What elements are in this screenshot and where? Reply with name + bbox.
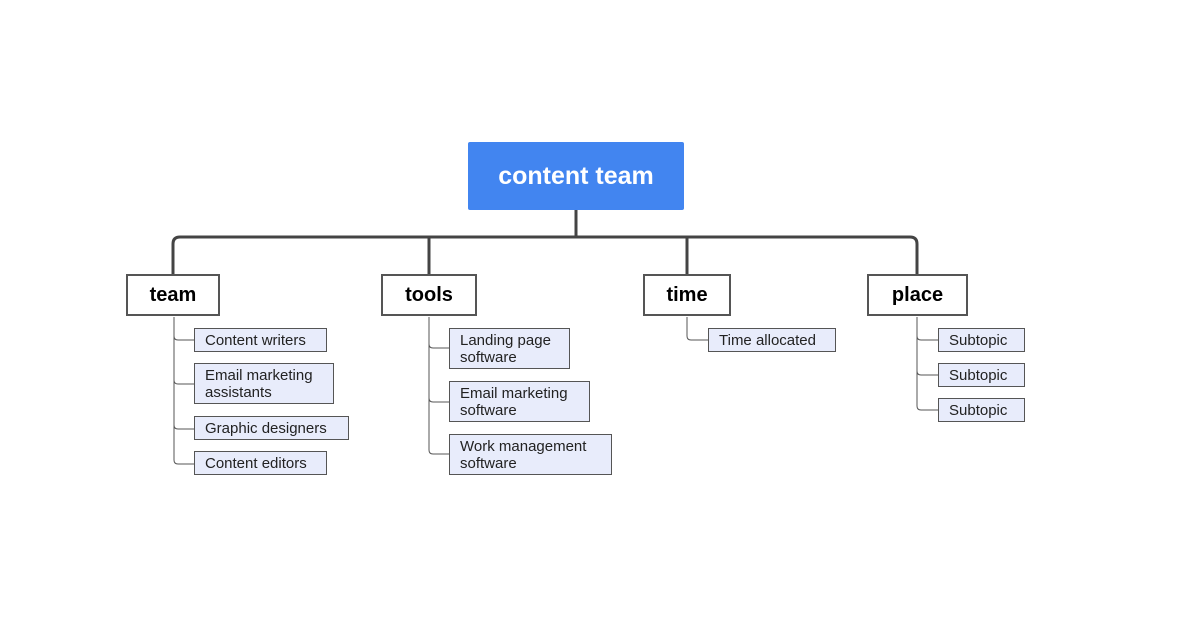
subtopic[interactable]: Email marketing software	[449, 381, 590, 422]
subtopic[interactable]: Subtopic	[938, 363, 1025, 387]
subtopic[interactable]: Landing page software	[449, 328, 570, 369]
topic-tools[interactable]: tools	[381, 274, 477, 316]
subtopic[interactable]: Content writers	[194, 328, 327, 352]
topic-time[interactable]: time	[643, 274, 731, 316]
subtopic[interactable]: Time allocated	[708, 328, 836, 352]
subtopic[interactable]: Content editors	[194, 451, 327, 475]
subtopic[interactable]: Graphic designers	[194, 416, 349, 440]
subtopic[interactable]: Work management software	[449, 434, 612, 475]
subtopic[interactable]: Email marketing assistants	[194, 363, 334, 404]
subtopic[interactable]: Subtopic	[938, 328, 1025, 352]
subtopic[interactable]: Subtopic	[938, 398, 1025, 422]
topic-team[interactable]: team	[126, 274, 220, 316]
topic-place[interactable]: place	[867, 274, 968, 316]
root-topic[interactable]: content team	[468, 142, 684, 210]
